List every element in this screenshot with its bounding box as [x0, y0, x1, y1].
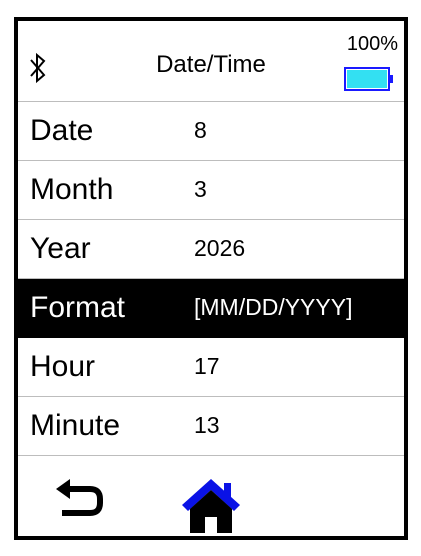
- row-value: 13: [194, 412, 220, 438]
- row-label: Minute: [30, 409, 121, 442]
- row-value: 3: [194, 176, 207, 202]
- back-button[interactable]: [54, 479, 108, 523]
- settings-list: Date 8 Month 3 Year 2026 Format [MM/DD/Y…: [18, 102, 404, 456]
- row-label: Hour: [30, 350, 96, 383]
- row-label: Month: [30, 173, 114, 206]
- home-icon: [182, 479, 240, 533]
- battery-percent: 100%: [346, 33, 398, 55]
- row-format[interactable]: Format [MM/DD/YYYY]: [18, 279, 404, 338]
- status-header: Date/Time 100%: [18, 21, 404, 102]
- row-value: 8: [194, 117, 207, 143]
- row-label: Year: [30, 232, 91, 265]
- battery-icon: [344, 67, 393, 91]
- home-button[interactable]: [180, 477, 242, 533]
- row-value: 2026: [194, 235, 246, 261]
- device-screen: Date/Time 100% Date 8 Month 3 Year 2026 …: [14, 17, 408, 540]
- row-date[interactable]: Date 8: [18, 102, 404, 161]
- row-minute[interactable]: Minute 13: [18, 397, 404, 456]
- row-year[interactable]: Year 2026: [18, 220, 404, 279]
- row-value: 17: [194, 353, 220, 379]
- back-arrow-icon: [56, 479, 103, 516]
- row-label: Date: [30, 114, 94, 147]
- row-value: [MM/DD/YYYY]: [194, 294, 353, 320]
- row-label: Format: [30, 291, 126, 324]
- row-month[interactable]: Month 3: [18, 161, 404, 220]
- footer-bar: [18, 457, 404, 536]
- row-hour[interactable]: Hour 17: [18, 338, 404, 397]
